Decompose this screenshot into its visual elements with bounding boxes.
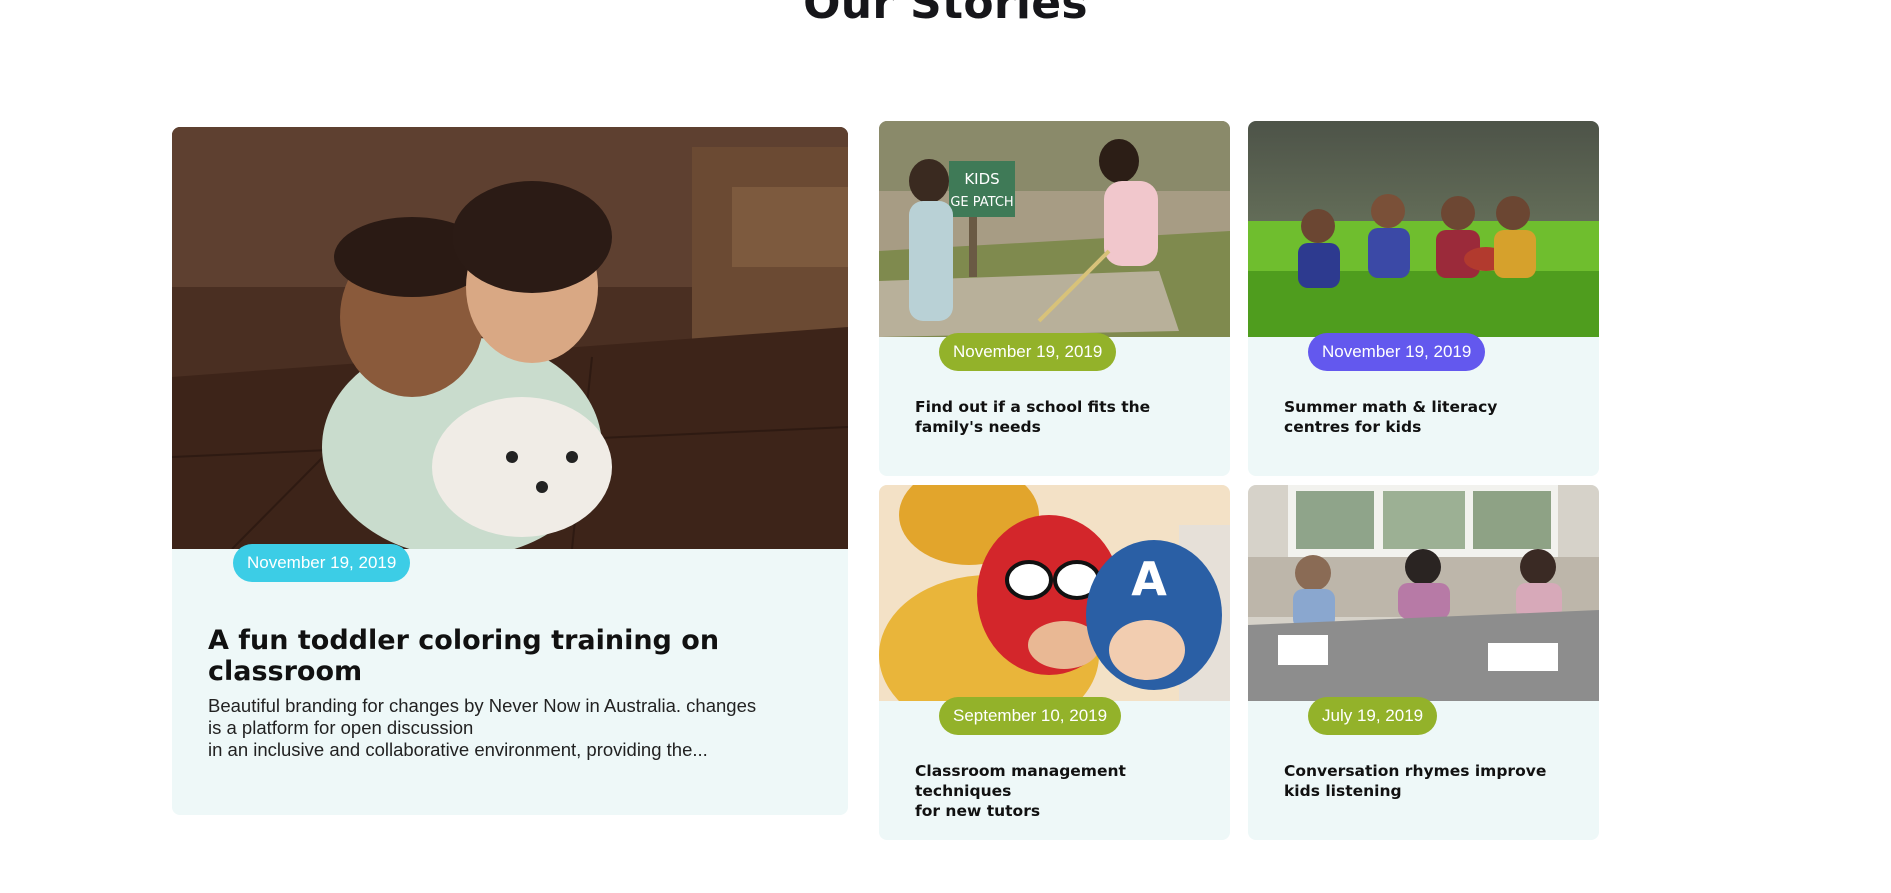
story-card[interactable]: A September 10, 2019 Classroom managemen… bbox=[879, 485, 1230, 840]
story-title-line: Conversation rhymes improve bbox=[1284, 762, 1547, 780]
story-image[interactable]: KIDS GE PATCH bbox=[879, 121, 1230, 337]
mask-letter: A bbox=[1131, 552, 1167, 606]
sign-text: GE PATCH bbox=[950, 195, 1013, 210]
featured-story-title[interactable]: A fun toddler coloring training on class… bbox=[208, 625, 818, 687]
date-badge[interactable]: September 10, 2019 bbox=[939, 697, 1122, 735]
date-badge[interactable]: November 19, 2019 bbox=[1308, 333, 1486, 371]
excerpt-line: in an inclusive and collaborative enviro… bbox=[208, 739, 708, 760]
story-title-line: Classroom management techniques bbox=[915, 762, 1126, 800]
date-badge[interactable]: July 19, 2019 bbox=[1308, 697, 1438, 735]
excerpt-line: is a platform for open discussion bbox=[208, 717, 474, 738]
story-title-line: centres for kids bbox=[1284, 418, 1422, 436]
featured-story-card[interactable]: November 19, 2019 A fun toddler coloring… bbox=[172, 127, 848, 815]
excerpt-line: Beautiful branding for changes by Never … bbox=[208, 695, 757, 716]
story-card[interactable]: KIDS GE PATCH November 19, 2019 Find out… bbox=[879, 121, 1230, 476]
story-title[interactable]: Summer math & literacy centres for kids bbox=[1284, 397, 1574, 437]
story-title-line: for new tutors bbox=[915, 802, 1041, 820]
featured-story-image[interactable] bbox=[172, 127, 848, 549]
date-badge[interactable]: November 19, 2019 bbox=[233, 544, 411, 582]
story-image[interactable] bbox=[1248, 485, 1599, 701]
story-title-line: family's needs bbox=[915, 418, 1041, 436]
story-image[interactable]: A bbox=[879, 485, 1230, 701]
story-title-line: Summer math & literacy bbox=[1284, 398, 1498, 416]
story-title-line: kids listening bbox=[1284, 782, 1402, 800]
date-badge[interactable]: November 19, 2019 bbox=[939, 333, 1117, 371]
story-image[interactable] bbox=[1248, 121, 1599, 337]
sign-text: KIDS bbox=[964, 170, 999, 188]
featured-story-excerpt: Beautiful branding for changes by Never … bbox=[208, 695, 808, 761]
section-title: Our Stories bbox=[803, 0, 1088, 29]
story-title[interactable]: Find out if a school fits the family's n… bbox=[915, 397, 1205, 437]
story-title-line: Find out if a school fits the bbox=[915, 398, 1151, 416]
story-title[interactable]: Conversation rhymes improve kids listeni… bbox=[1284, 761, 1574, 801]
story-card[interactable]: July 19, 2019 Conversation rhymes improv… bbox=[1248, 485, 1599, 840]
story-title[interactable]: Classroom management techniques for new … bbox=[915, 761, 1205, 821]
story-card[interactable]: November 19, 2019 Summer math & literacy… bbox=[1248, 121, 1599, 476]
